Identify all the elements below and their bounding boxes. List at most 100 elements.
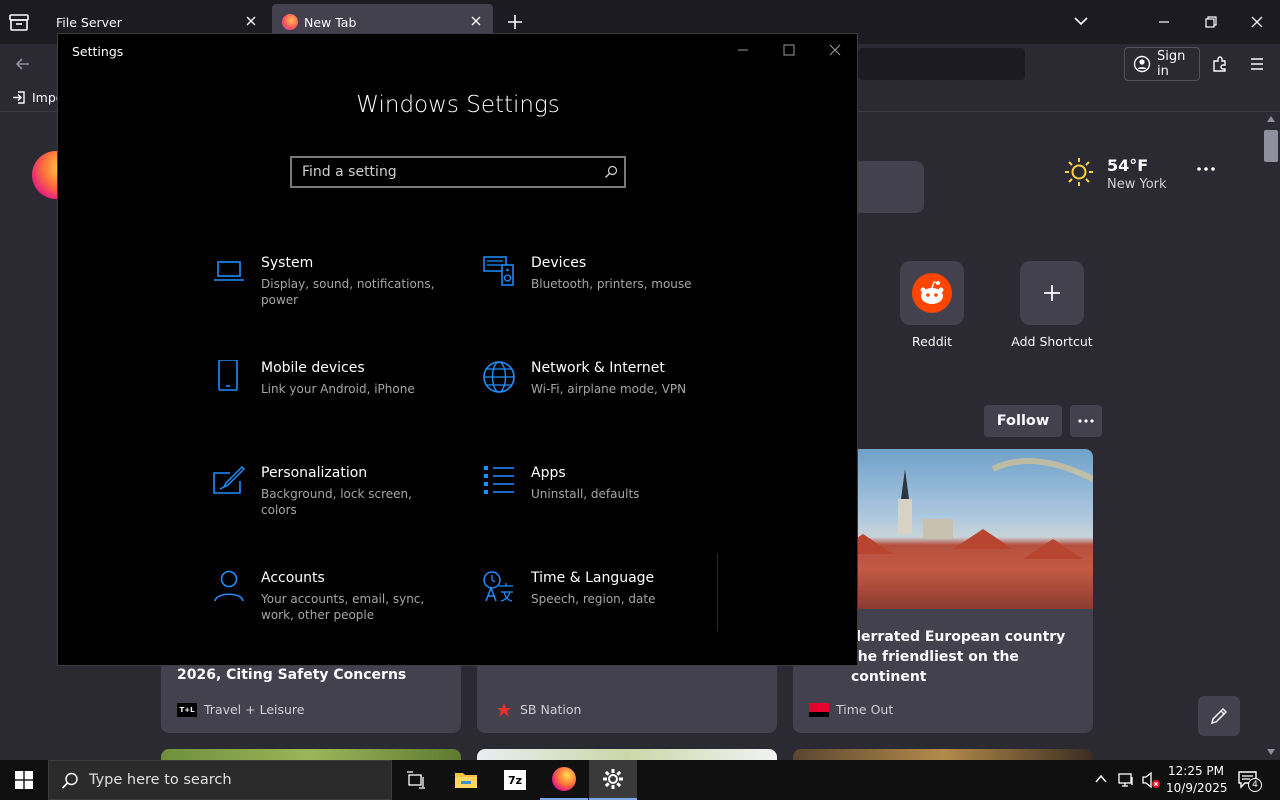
import-bookmarks-button[interactable]: Impo: [12, 90, 63, 105]
tab-overview-icon[interactable]: [8, 12, 30, 32]
feed-card-source: Time Out: [836, 702, 894, 717]
notification-count-badge: 4: [1248, 778, 1262, 792]
file-explorer-taskbar-button[interactable]: [442, 760, 490, 800]
account-icon: [1133, 55, 1151, 73]
sign-in-button[interactable]: Sign in: [1124, 47, 1200, 81]
weather-city: New York: [1107, 177, 1167, 192]
feed-card-image: [793, 749, 1093, 760]
feed-card-headline: derrated European country the friendlies…: [851, 629, 1066, 685]
settings-item-time-language[interactable]: Time & Language Speech, region, date: [482, 570, 742, 650]
settings-item-subtitle: Background, lock screen, colors: [261, 487, 412, 517]
settings-item-mobile-devices[interactable]: Mobile devices Link your Android, iPhone: [212, 360, 472, 440]
task-view-icon: [407, 771, 425, 789]
apps-list-icon: [482, 465, 516, 499]
search-icon[interactable]: [604, 165, 618, 179]
page-scrollbar[interactable]: [1262, 113, 1280, 760]
pencil-icon: [1210, 707, 1228, 725]
customize-button[interactable]: [1198, 696, 1240, 736]
devices-icon: [482, 255, 516, 289]
sun-weather-icon: [1064, 157, 1094, 187]
follow-button[interactable]: Follow: [984, 405, 1062, 437]
settings-item-title: Time & Language: [531, 570, 655, 586]
extensions-icon[interactable]: [1211, 55, 1229, 73]
settings-item-subtitle: Uninstall, defaults: [531, 487, 640, 501]
travel-leisure-logo-icon: T+L: [177, 703, 197, 717]
weather-temperature: 54°F: [1107, 156, 1149, 175]
feed-card-image: [161, 749, 461, 760]
settings-item-network-internet[interactable]: Network & Internet Wi-Fi, airplane mode,…: [482, 360, 742, 440]
start-button[interactable]: [0, 760, 48, 800]
settings-item-devices[interactable]: Devices Bluetooth, printers, mouse: [482, 255, 742, 335]
clock-date: 10/9/2025: [1166, 781, 1228, 795]
notification-center-button[interactable]: 4: [1237, 769, 1262, 792]
window-close-icon[interactable]: [1249, 14, 1265, 30]
settings-item-system[interactable]: System Display, sound, notifications, po…: [212, 255, 472, 335]
tab-label: New Tab: [304, 14, 357, 30]
sb-nation-logo-icon: [497, 703, 511, 717]
settings-item-personalization[interactable]: Personalization Background, lock screen,…: [212, 465, 472, 545]
close-tab-icon[interactable]: [469, 14, 483, 28]
list-all-tabs-chevron-icon[interactable]: [1073, 14, 1089, 28]
back-arrow-icon[interactable]: [14, 55, 32, 73]
shortcut-reddit[interactable]: [900, 261, 964, 325]
topic-more-button[interactable]: [1070, 405, 1102, 437]
settings-item-title: Devices: [531, 255, 587, 271]
add-shortcut-button[interactable]: [1020, 261, 1084, 325]
search-icon: [61, 772, 78, 789]
shortcut-label: Reddit: [911, 334, 953, 349]
taskbar-clock[interactable]: 12:25 PM 10/9/2025: [1166, 763, 1228, 797]
taskbar-search-box[interactable]: Type here to search: [48, 760, 392, 800]
settings-item-subtitle: Link your Android, iPhone: [261, 382, 415, 396]
menu-hamburger-icon[interactable]: [1248, 55, 1266, 73]
firefox-icon: [552, 767, 576, 791]
plus-icon: [1044, 285, 1060, 301]
settings-maximize-icon[interactable]: [782, 43, 796, 57]
scroll-down-icon[interactable]: [1267, 749, 1275, 755]
person-icon: [212, 570, 246, 604]
window-minimize-icon[interactable]: [1156, 14, 1172, 30]
sign-in-label: Sign in: [1157, 49, 1186, 79]
scrollbar-thumb[interactable]: [1264, 130, 1278, 162]
settings-item-title: Accounts: [261, 570, 325, 586]
settings-minimize-icon[interactable]: [736, 43, 750, 57]
feed-card-source: SB Nation: [520, 702, 582, 717]
firefox-taskbar-button[interactable]: [540, 760, 588, 800]
weather-more-icon[interactable]: [1196, 165, 1216, 173]
laptop-icon: [212, 255, 246, 289]
settings-item-title: Network & Internet: [531, 360, 665, 376]
settings-item-title: Personalization: [261, 465, 368, 481]
network-icon[interactable]: [1117, 771, 1135, 789]
volume-muted-icon[interactable]: [1141, 771, 1161, 789]
time-language-icon: [482, 570, 516, 604]
settings-item-accounts[interactable]: Accounts Your accounts, email, sync, wor…: [212, 570, 472, 650]
time-out-logo-icon: [809, 703, 829, 717]
settings-item-subtitle: Your accounts, email, sync, work, other …: [261, 592, 425, 622]
tab-label: File Server: [56, 14, 122, 30]
find-setting-search-box[interactable]: [290, 156, 626, 188]
settings-item-apps[interactable]: Apps Uninstall, defaults: [482, 465, 742, 545]
settings-item-title: Mobile devices: [261, 360, 365, 376]
url-bar[interactable]: [858, 48, 1025, 80]
window-restore-icon[interactable]: [1203, 14, 1219, 30]
more-dots-icon: [1078, 419, 1094, 423]
7zip-taskbar-button[interactable]: 7z: [491, 760, 539, 800]
task-view-button[interactable]: [392, 760, 440, 800]
settings-item-subtitle: Bluetooth, printers, mouse: [531, 277, 692, 291]
new-tab-plus-icon[interactable]: [506, 13, 524, 31]
settings-window-title: Settings: [72, 44, 124, 59]
scroll-up-icon[interactable]: [1267, 116, 1275, 122]
close-tab-icon[interactable]: [244, 14, 258, 28]
paint-icon: [212, 465, 246, 499]
show-hidden-icons-chevron-icon[interactable]: [1094, 773, 1108, 785]
windows-logo-icon: [15, 771, 33, 789]
taskbar-search-placeholder: Type here to search: [89, 772, 232, 788]
settings-item-subtitle: Wi-Fi, airplane mode, VPN: [531, 382, 687, 396]
settings-close-icon[interactable]: [828, 43, 842, 57]
settings-item-subtitle: Speech, region, date: [531, 592, 656, 606]
settings-taskbar-button[interactable]: [589, 760, 637, 800]
folder-icon: [455, 773, 477, 788]
gear-icon: [603, 769, 623, 789]
settings-window: Settings Windows Settings #settings inpu…: [57, 33, 858, 666]
feed-card-source: Travel + Leisure: [204, 702, 305, 717]
find-setting-input[interactable]: [292, 158, 592, 186]
